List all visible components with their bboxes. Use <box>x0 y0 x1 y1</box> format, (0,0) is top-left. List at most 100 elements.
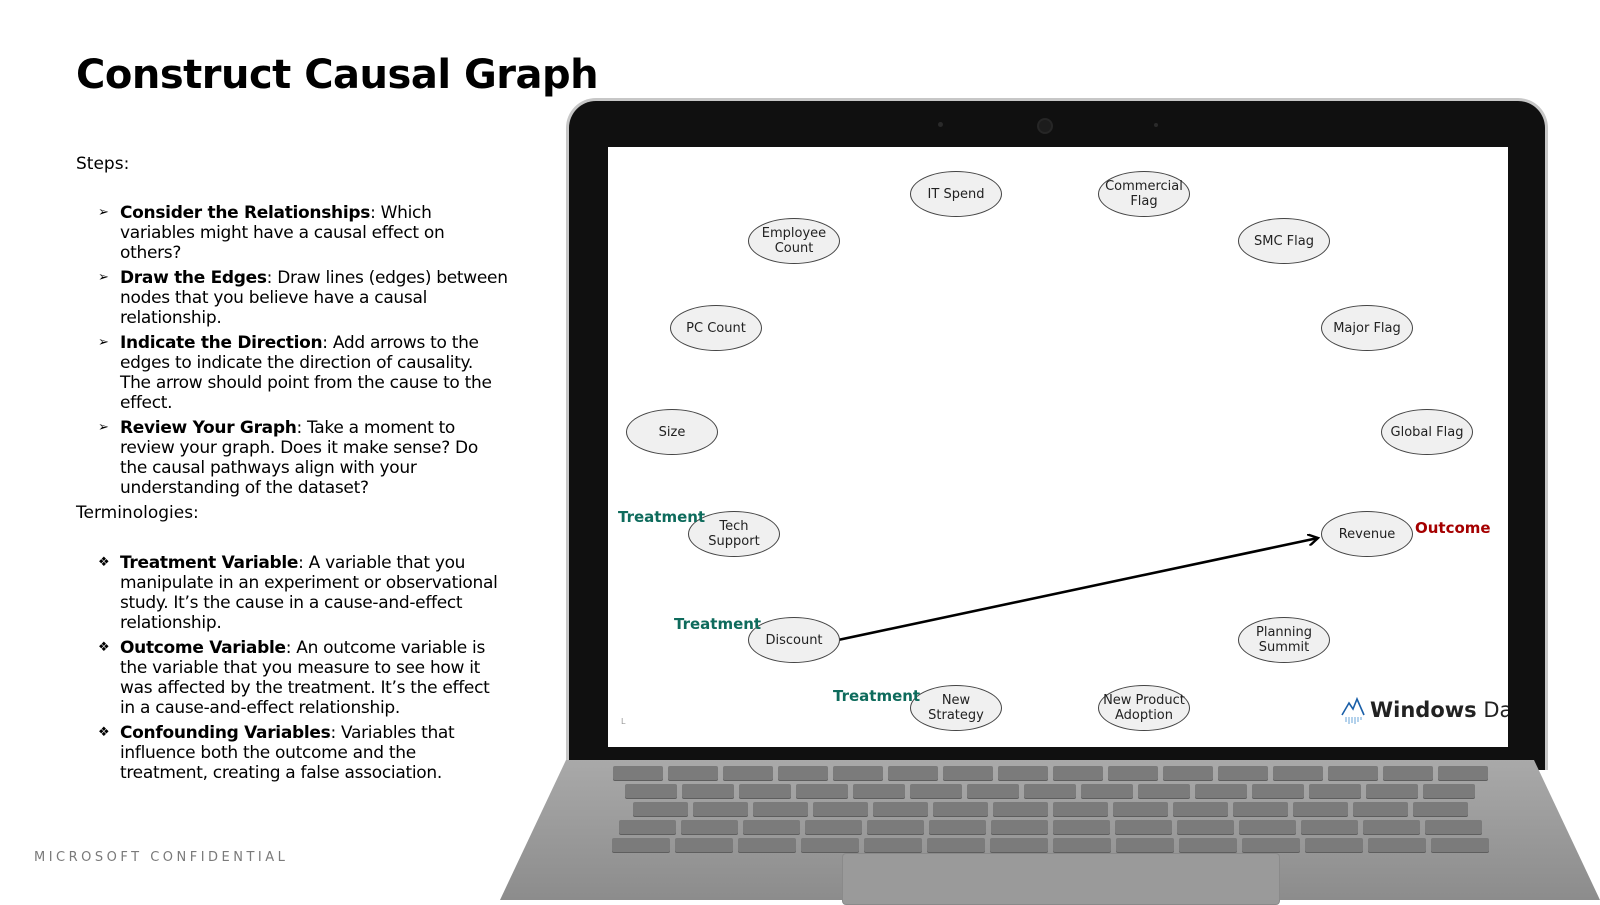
windows-data-text: Windows Data <box>1370 698 1508 722</box>
node-label: Commercial Flag <box>1105 179 1183 209</box>
key <box>1052 838 1111 852</box>
key <box>928 820 986 834</box>
key <box>1382 766 1433 780</box>
key <box>866 820 924 834</box>
node-pc-count[interactable]: PC Count <box>670 305 762 351</box>
node-global-flag[interactable]: Global Flag <box>1381 409 1473 455</box>
node-label: Planning Summit <box>1256 625 1312 655</box>
key <box>1112 802 1168 816</box>
node-major-flag[interactable]: Major Flag <box>1321 305 1413 351</box>
diamond-bullet-icon: ❖ <box>98 725 110 740</box>
node-label: Major Flag <box>1333 320 1401 336</box>
key <box>739 784 791 798</box>
key <box>1241 838 1300 852</box>
node-it-spend[interactable]: IT Spend <box>910 171 1002 217</box>
diamond-bullet-icon: ❖ <box>98 555 110 570</box>
key <box>1024 784 1076 798</box>
key <box>777 766 828 780</box>
key <box>1232 802 1288 816</box>
key <box>674 838 733 852</box>
corner-mark: L <box>621 717 626 726</box>
node-label: Discount <box>765 632 823 648</box>
node-label: Revenue <box>1338 526 1396 542</box>
key <box>1272 766 1323 780</box>
key <box>1052 820 1110 834</box>
key <box>1172 802 1228 816</box>
key <box>1238 820 1296 834</box>
edge-layer <box>837 147 1508 642</box>
key <box>997 766 1048 780</box>
step-term: Review Your Graph <box>120 418 297 438</box>
step-item: ➢ Consider the Relationships: Which varia… <box>98 203 508 263</box>
key <box>737 838 796 852</box>
key-row: document.write('<div class="key" style="… <box>500 820 1600 834</box>
key <box>990 820 1048 834</box>
key <box>1362 820 1420 834</box>
key <box>1327 766 1378 780</box>
key <box>992 802 1048 816</box>
key <box>804 820 862 834</box>
steps-list: ➢ Consider the Relationships: Which varia… <box>98 203 508 503</box>
term-item: ❖ Confounding Variables: Variables that i… <box>98 723 508 783</box>
trackpad <box>842 853 1280 905</box>
diamond-bullet-icon: ❖ <box>98 640 110 655</box>
step-term: Indicate the Direction <box>120 333 323 353</box>
term-name: Treatment Variable <box>120 553 299 573</box>
node-new-product-adoption[interactable]: New Product Adoption <box>1098 685 1190 731</box>
mountain-logo-icon <box>1341 696 1365 724</box>
node-discount[interactable]: Discount <box>748 617 840 663</box>
key <box>926 838 985 852</box>
node-revenue[interactable]: Revenue <box>1321 511 1413 557</box>
treatment-label-discount: Treatment <box>674 615 762 633</box>
key <box>625 784 677 798</box>
key <box>1217 766 1268 780</box>
key <box>1115 838 1174 852</box>
key <box>618 820 676 834</box>
key <box>1162 766 1213 780</box>
terminologies-label: Terminologies: <box>76 503 199 523</box>
node-size[interactable]: Size <box>626 409 718 455</box>
node-commercial-flag[interactable]: Commercial Flag <box>1098 171 1190 217</box>
key-row: document.write('<div class="key" style="… <box>500 802 1600 816</box>
key <box>682 784 734 798</box>
node-label: Global Flag <box>1390 424 1464 440</box>
key <box>722 766 773 780</box>
node-employee-count[interactable]: Employee Count <box>748 218 840 264</box>
sensor-dot-icon <box>1154 123 1158 127</box>
treatment-label-tech-support: Treatment <box>618 508 706 526</box>
sensor-dot-icon <box>938 122 943 127</box>
term-item: ❖ Outcome Variable: An outcome variable i… <box>98 638 508 718</box>
key <box>1138 784 1190 798</box>
key <box>692 802 748 816</box>
key <box>1114 820 1172 834</box>
node-new-strategy[interactable]: New Strategy <box>910 685 1002 731</box>
node-label: Size <box>658 424 686 440</box>
steps-label: Steps: <box>76 154 130 174</box>
key <box>887 766 938 780</box>
step-item: ➢ Review Your Graph: Take a moment to rev… <box>98 418 508 498</box>
node-label: PC Count <box>686 320 746 336</box>
confidential-footer: MICROSOFT CONFIDENTIAL <box>34 850 289 865</box>
node-label: IT Spend <box>927 186 985 202</box>
key <box>1412 802 1468 816</box>
key <box>1052 766 1103 780</box>
node-label: New Strategy <box>928 693 984 723</box>
key <box>863 838 922 852</box>
key <box>1107 766 1158 780</box>
key <box>910 784 962 798</box>
key-row: document.write('<div class="key" style="… <box>500 766 1600 780</box>
treatment-label-new-strategy: Treatment <box>833 687 921 705</box>
key <box>800 838 859 852</box>
key <box>632 802 688 816</box>
node-smc-flag[interactable]: SMC Flag <box>1238 218 1330 264</box>
node-planning-summit[interactable]: Planning Summit <box>1238 617 1330 663</box>
key <box>611 838 670 852</box>
key <box>1352 802 1408 816</box>
key <box>1366 784 1418 798</box>
key <box>1437 766 1488 780</box>
node-label: Employee Count <box>761 226 827 256</box>
key <box>1178 838 1237 852</box>
edge-discount-to-revenue[interactable] <box>837 538 1318 642</box>
key <box>872 802 928 816</box>
term-name: Confounding Variables <box>120 723 331 743</box>
